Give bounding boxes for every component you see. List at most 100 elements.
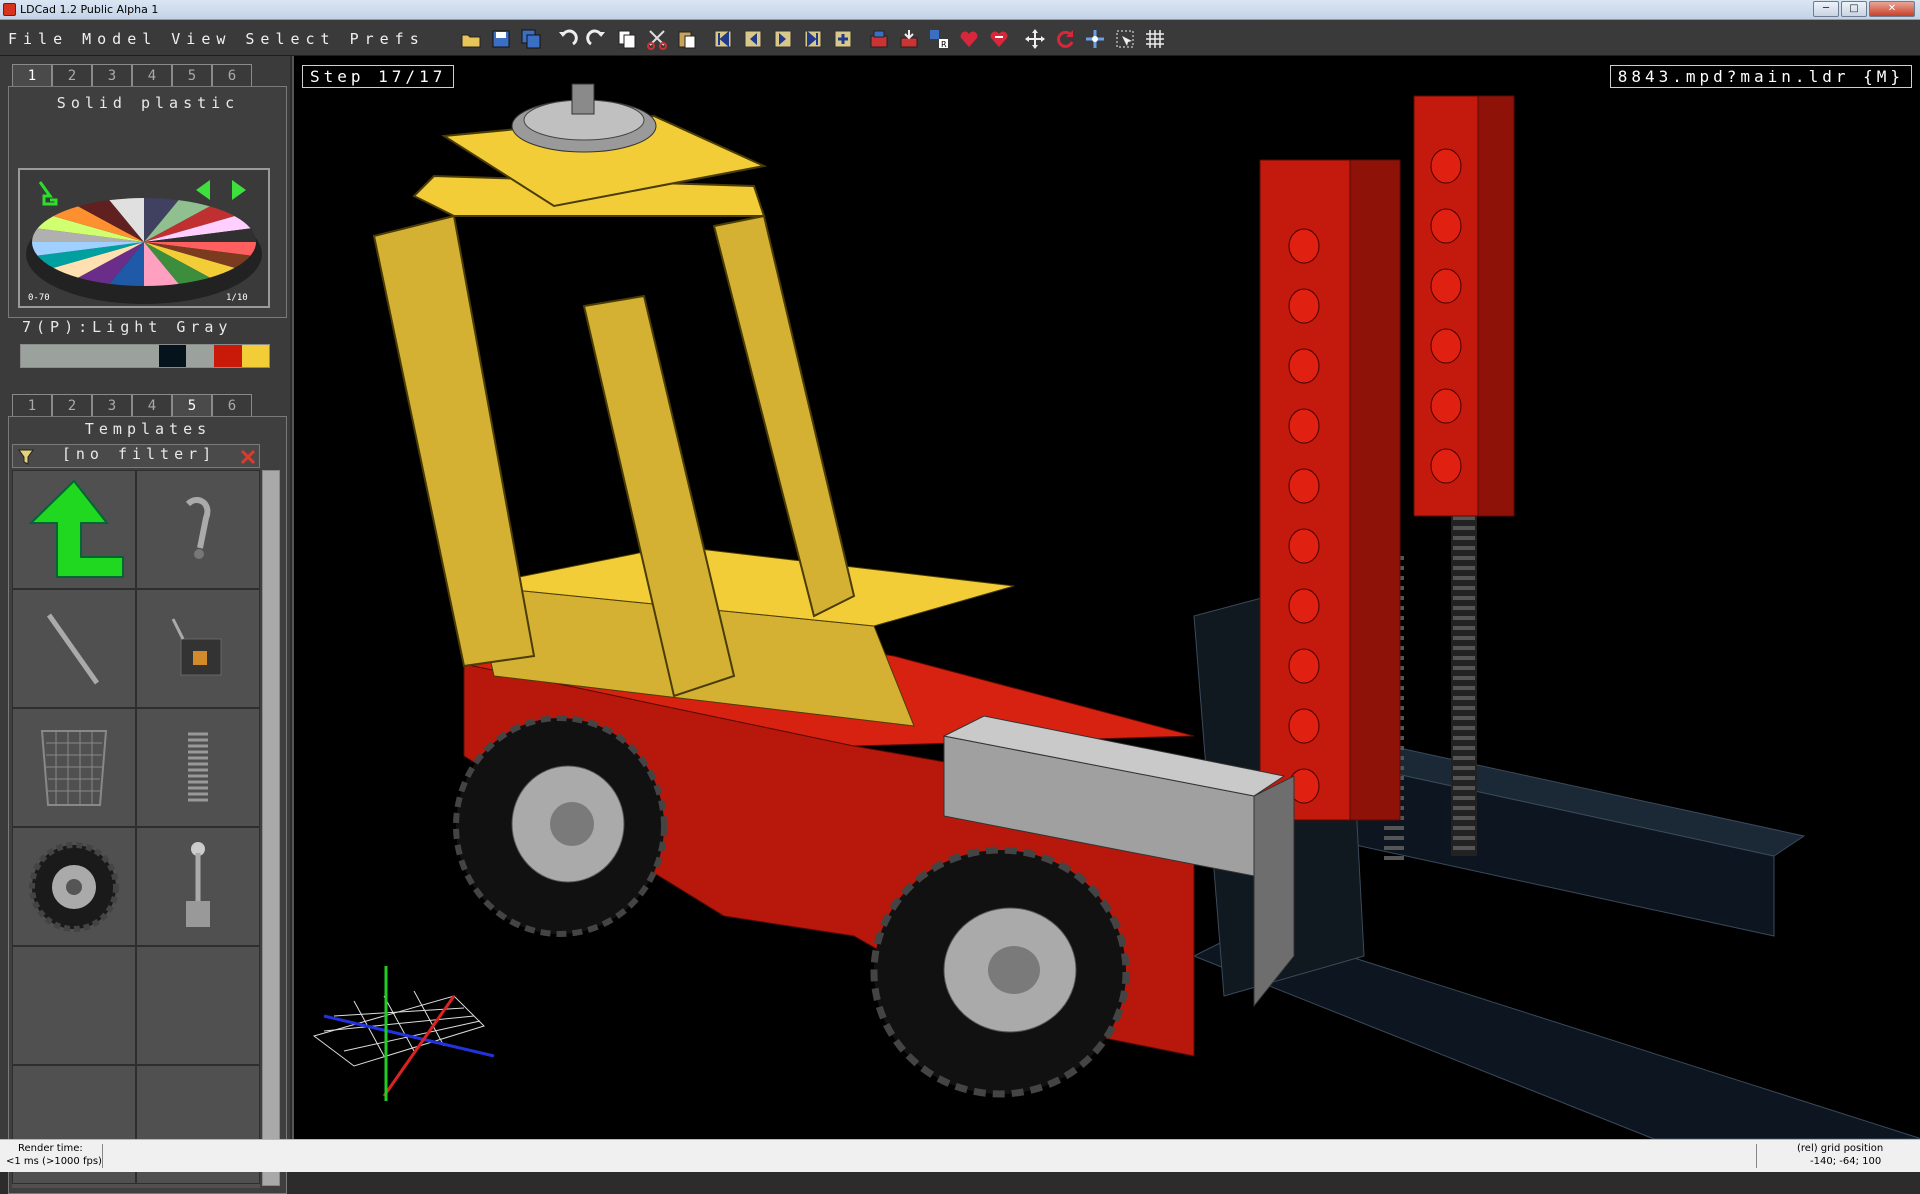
heart-remove-icon[interactable] [986, 26, 1012, 52]
color-tab-4[interactable]: 4 [132, 64, 172, 86]
part-cell-empty [136, 946, 260, 1065]
first-step-icon[interactable] [710, 26, 736, 52]
wheel-icon [29, 841, 119, 932]
minimize-button[interactable]: ─ [1813, 1, 1839, 17]
color-swatch[interactable] [213, 345, 242, 367]
menu-view[interactable]: View [171, 30, 231, 48]
color-swatch[interactable] [76, 345, 104, 367]
cut-icon[interactable] [644, 26, 670, 52]
color-swatch[interactable] [48, 345, 77, 367]
pulley [511, 83, 657, 153]
rotate-icon[interactable] [1052, 26, 1078, 52]
open-icon[interactable] [458, 26, 484, 52]
parts-scrollbar[interactable] [262, 470, 280, 1186]
filter-text[interactable]: [no filter] [39, 445, 239, 463]
color-swatch[interactable] [131, 345, 159, 367]
color-swatch[interactable] [103, 345, 132, 367]
menu-select[interactable]: Select [245, 30, 335, 48]
color-swatch[interactable] [21, 345, 49, 367]
color-tab-3[interactable]: 3 [92, 64, 132, 86]
axis-gizmo[interactable] [312, 966, 495, 1101]
last-step-icon[interactable] [800, 26, 826, 52]
color-swatch[interactable] [241, 345, 270, 367]
select-tool-icon[interactable] [1112, 26, 1138, 52]
insert-icon[interactable] [896, 26, 922, 52]
submodel-icon[interactable] [866, 26, 892, 52]
color-wheel[interactable]: 0-70 1/10 [18, 168, 270, 308]
part-cell-lever[interactable] [136, 827, 260, 946]
save-icon[interactable] [488, 26, 514, 52]
home-arrow-icon[interactable] [38, 181, 58, 206]
render-time-label: Render time: [18, 1143, 83, 1154]
color-tab-1[interactable]: 1 [12, 64, 52, 86]
menu-model[interactable]: Model [82, 30, 157, 48]
recent-colors [20, 344, 270, 368]
rotate-set-icon[interactable]: R [926, 26, 952, 52]
filter-icon[interactable] [17, 448, 35, 466]
part-cell-rod[interactable] [12, 589, 136, 708]
color-tab-5[interactable]: 5 [172, 64, 212, 86]
parts-tab-2[interactable]: 2 [52, 394, 92, 416]
mast-hole [1288, 648, 1320, 684]
mast-hole [1288, 468, 1320, 504]
parts-grid [12, 470, 260, 1188]
color-tab-6[interactable]: 6 [212, 64, 252, 86]
redo-icon[interactable] [584, 26, 610, 52]
close-button[interactable]: ✕ [1869, 1, 1915, 17]
render-time-value: <1 ms (>1000 fps) [6, 1156, 102, 1167]
prev-arrow-icon[interactable] [196, 180, 210, 200]
color-swatch[interactable] [186, 345, 214, 367]
mast-hole [1430, 388, 1462, 424]
parts-tab-5[interactable]: 5 [172, 394, 212, 416]
home-arrow-icon [28, 479, 124, 578]
mast-hole [1288, 288, 1320, 324]
status-bar: Render time: <1 ms (>1000 fps) (rel) gri… [0, 1139, 1920, 1172]
menu-file[interactable]: File [8, 30, 68, 48]
part-cell-wheel[interactable] [12, 827, 136, 946]
mast-hole [1288, 528, 1320, 564]
part-cell-home[interactable] [12, 470, 136, 589]
mast-hole [1430, 148, 1462, 184]
current-color-label: 7(P):Light Gray [22, 318, 233, 336]
net-icon [40, 729, 108, 806]
mast-hole [1430, 448, 1462, 484]
part-cell-net[interactable] [12, 708, 136, 827]
maximize-button[interactable]: □ [1841, 1, 1867, 17]
parts-tab-6[interactable]: 6 [212, 394, 252, 416]
part-cell-spring[interactable] [136, 708, 260, 827]
undo-icon[interactable] [554, 26, 580, 52]
hose-icon [185, 496, 211, 559]
grid-icon[interactable] [1142, 26, 1168, 52]
mast-hole [1288, 408, 1320, 444]
clear-filter-icon[interactable] [239, 448, 257, 466]
grid-position-label: (rel) grid position [1797, 1143, 1884, 1154]
color-swatch[interactable] [158, 345, 187, 367]
part-cell-hose[interactable] [136, 470, 260, 589]
mast-hole [1430, 208, 1462, 244]
next-step-icon[interactable] [770, 26, 796, 52]
parts-group-title: Templates [84, 420, 212, 438]
add-step-icon[interactable] [830, 26, 856, 52]
mast-hole [1288, 348, 1320, 384]
color-tab-2[interactable]: 2 [52, 64, 92, 86]
parts-tab-1[interactable]: 1 [12, 394, 52, 416]
menu-prefs[interactable]: Prefs [350, 30, 425, 48]
rod-icon [46, 613, 100, 684]
mast-hole [1288, 228, 1320, 264]
save-all-icon[interactable] [518, 26, 544, 52]
3d-viewport[interactable]: Step 17/17 8843.mpd?main.ldr {M} [292, 56, 1920, 1139]
prev-step-icon[interactable] [740, 26, 766, 52]
move-icon[interactable] [1022, 26, 1048, 52]
parts-tab-4[interactable]: 4 [132, 394, 172, 416]
pan-icon[interactable] [1082, 26, 1108, 52]
left-panel: 1 2 3 4 5 6 Solid plastic 0-70 1/10 7(P)… [0, 56, 290, 1194]
paste-icon[interactable] [674, 26, 700, 52]
part-cell-motor[interactable] [136, 589, 260, 708]
parts-tab-3[interactable]: 3 [92, 394, 132, 416]
wheel-rear [453, 715, 667, 937]
copy-icon[interactable] [614, 26, 640, 52]
mast-red-right [1413, 95, 1515, 517]
next-arrow-icon[interactable] [232, 180, 246, 200]
svg-text:R: R [941, 40, 947, 49]
heart-icon[interactable] [956, 26, 982, 52]
